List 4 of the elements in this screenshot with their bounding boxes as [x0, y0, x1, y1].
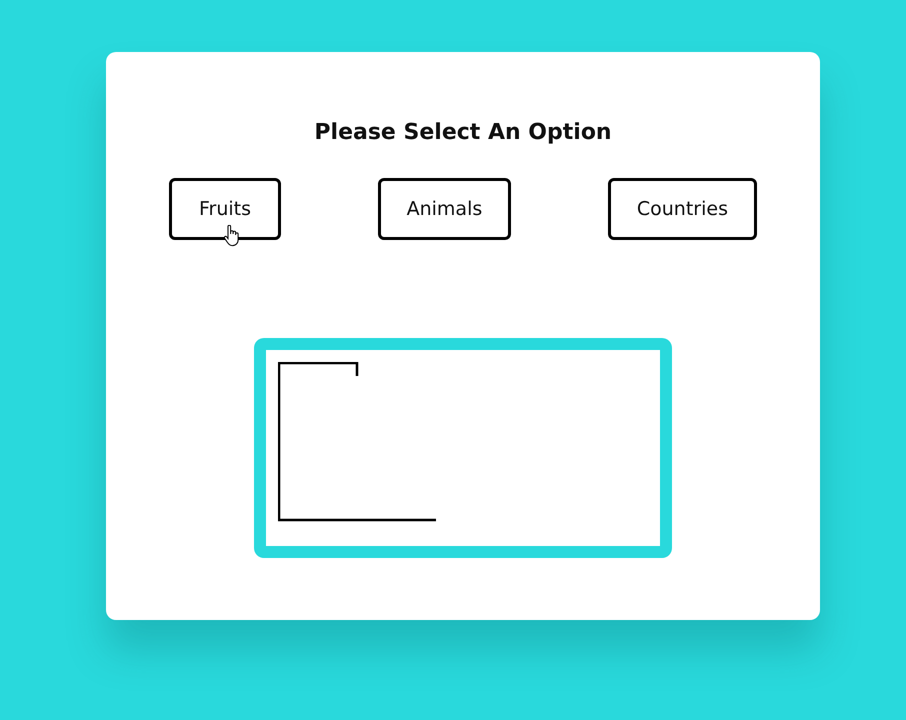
option-button[interactable]: Animals [378, 178, 512, 240]
hand-cursor-icon [224, 225, 240, 247]
option-button[interactable]: Countries [608, 178, 757, 240]
heading: Please Select An Option [314, 119, 612, 147]
